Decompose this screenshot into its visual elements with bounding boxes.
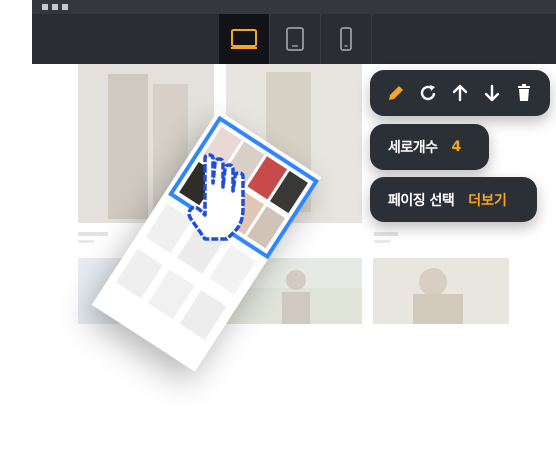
window-strip: [32, 0, 556, 14]
tablet-view-button[interactable]: [270, 14, 321, 64]
edit-button[interactable]: [384, 82, 407, 105]
mobile-view-button[interactable]: [321, 14, 372, 64]
window-dots: [42, 4, 68, 10]
refresh-icon: [420, 85, 435, 101]
mobile-icon: [340, 27, 352, 51]
arrow-down-icon: [484, 84, 499, 102]
product-text: [374, 240, 390, 243]
rows-setting-panel[interactable]: 세로개수 4: [370, 124, 489, 170]
editor-topbar: [32, 0, 556, 64]
rows-setting-value[interactable]: 4: [452, 139, 462, 155]
window-dot: [52, 4, 58, 10]
rows-setting-label: 세로개수: [388, 140, 438, 156]
tablet-icon: [286, 27, 304, 51]
delete-button[interactable]: [512, 82, 535, 105]
paging-setting-panel[interactable]: 페이징 선택 더보기: [370, 177, 537, 222]
move-down-button[interactable]: [480, 82, 503, 105]
product-text: [78, 232, 108, 236]
desktop-icon: [231, 29, 257, 49]
window-dot: [42, 4, 48, 10]
paging-setting-value[interactable]: 더보기: [468, 190, 507, 210]
product-image[interactable]: [373, 258, 509, 324]
device-toggle: [219, 14, 372, 64]
pencil-icon: [388, 86, 403, 100]
hand-pointer-icon: [187, 153, 245, 241]
move-up-button[interactable]: [448, 82, 471, 105]
product-text: [78, 240, 94, 243]
arrow-up-icon: [452, 84, 467, 102]
refresh-button[interactable]: [416, 82, 439, 105]
trash-icon: [517, 84, 530, 101]
product-text: [374, 232, 398, 236]
window-dot: [62, 4, 68, 10]
block-toolbar: [370, 70, 550, 116]
paging-setting-label: 페이징 선택: [388, 192, 455, 209]
product-photo: [413, 268, 463, 324]
desktop-view-button[interactable]: [219, 14, 270, 64]
